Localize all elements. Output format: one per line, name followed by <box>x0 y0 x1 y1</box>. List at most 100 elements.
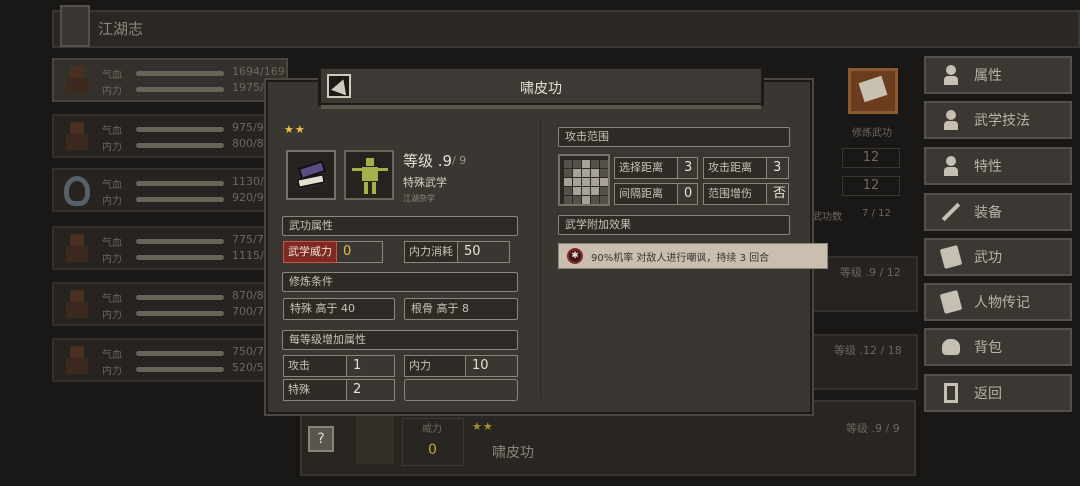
menu-martial-skills-button[interactable]: 武学技法 <box>924 101 1072 139</box>
party-member-2[interactable]: 气血 975/975 内力 800/800 <box>52 114 288 158</box>
menu-label: 人物传记 <box>974 295 1030 311</box>
menu-back-button[interactable]: 返回 <box>924 374 1072 412</box>
taunt-icon: ✱ <box>567 248 583 264</box>
skill-name: 啸皮功 <box>492 445 534 461</box>
select-distance-value: 3 <box>678 157 698 179</box>
menu-label: 特性 <box>974 159 1002 175</box>
modal-title: 啸皮功 <box>520 81 562 97</box>
attack-distance-value: 3 <box>767 157 789 179</box>
trait-icon <box>938 153 964 179</box>
menu-equipment-button[interactable]: 装备 <box>924 193 1072 231</box>
per-level-attack: 攻击 1 <box>283 355 395 377</box>
area-damage-value: 否 <box>767 183 789 205</box>
star-rating: ★★ <box>284 123 306 136</box>
select-distance-label: 选择距离 <box>614 157 678 179</box>
effect-text: 90%机率 对敌人进行嘲讽，持续 3 回合 <box>591 252 770 264</box>
skill-level: 等级 .9 <box>403 152 453 170</box>
character-avatar <box>62 120 92 152</box>
special-value: 2 <box>347 379 395 401</box>
attack-distance-field: 攻击距离 3 <box>703 157 789 179</box>
menu-kungfu-button[interactable]: 武功 <box>924 238 1072 276</box>
attributes-section: 武功属性 <box>282 216 518 236</box>
extra-effect-section: 武学附加效果 <box>558 215 790 235</box>
snake-avatar <box>62 174 92 206</box>
journal-book-icon[interactable] <box>60 5 90 47</box>
character-avatar <box>62 232 92 264</box>
door-icon <box>938 380 964 406</box>
menu-traits-button[interactable]: 特性 <box>924 147 1072 185</box>
stat-number: 12 <box>842 176 900 196</box>
requirement-special: 特殊 高于 40 <box>283 298 395 320</box>
hp-label: 气血 <box>102 238 122 249</box>
area-damage-label: 范围增伤 <box>703 183 767 205</box>
hp-bar <box>136 71 224 76</box>
bag-icon <box>938 334 964 360</box>
martial-skill-icon <box>938 107 964 133</box>
mp-label: 内力 <box>102 310 122 321</box>
per-level-special: 特殊 2 <box>283 379 395 401</box>
mp-label: 内力 <box>102 196 122 207</box>
character-avatar <box>62 344 92 376</box>
hp-bar <box>136 295 224 300</box>
attack-label: 攻击 <box>283 355 347 377</box>
menu-label: 装备 <box>974 205 1002 221</box>
mp-label: 内力 <box>102 254 122 265</box>
requirements-section: 修炼条件 <box>282 272 518 292</box>
top-bar <box>52 10 1080 48</box>
hp-label: 气血 <box>102 180 122 191</box>
attack-distance-label: 攻击距离 <box>703 157 767 179</box>
interval-distance-label: 间隔距离 <box>614 183 678 205</box>
power-label: 威力 <box>422 424 442 435</box>
per-level-mp: 内力 10 <box>404 355 518 377</box>
party-member-4[interactable]: 气血 775/775 内力 1115/1115 <box>52 226 288 270</box>
party-member-3[interactable]: 气血 1130/1130 内力 920/920 <box>52 168 288 212</box>
party-member-6[interactable]: 气血 750/750 内力 520/520 <box>52 338 288 382</box>
hp-bar <box>136 351 224 356</box>
per-level-section: 每等级增加属性 <box>282 330 518 350</box>
range-grid-icon <box>558 154 610 206</box>
hp-bar <box>136 181 224 186</box>
party-member-1[interactable]: 气血 1694/1694 内力 1975/1975 <box>52 58 288 102</box>
skill-count-label: 武功数 <box>812 212 842 223</box>
mp-label: 内力 <box>404 355 466 377</box>
range-preview-icon <box>356 416 394 464</box>
mp-cost-value: 50 <box>458 241 510 263</box>
menu-attributes-button[interactable]: 属性 <box>924 56 1072 94</box>
interval-distance-value: 0 <box>678 183 698 205</box>
menu-backpack-button[interactable]: 背包 <box>924 328 1072 366</box>
skill-book-icon <box>286 150 336 200</box>
unknown-skill-icon[interactable]: ? <box>308 426 334 452</box>
skill-type: 特殊武学 <box>403 176 447 189</box>
biography-icon <box>938 289 964 315</box>
menu-label: 武功 <box>974 250 1002 266</box>
menu-label: 背包 <box>974 340 1002 356</box>
menu-biography-button[interactable]: 人物传记 <box>924 283 1072 321</box>
divider <box>540 118 541 398</box>
mp-bar <box>136 87 224 92</box>
mp-cost-field: 内力消耗 50 <box>404 241 518 263</box>
interval-distance-field: 间隔距离 0 <box>614 183 698 205</box>
power-value: 0 <box>337 241 383 263</box>
menu-label: 返回 <box>974 386 1002 402</box>
mp-value: 10 <box>466 355 518 377</box>
mp-label: 内力 <box>102 142 122 153</box>
skill-book-icon <box>848 68 898 114</box>
power-label: 武学威力 <box>283 241 337 263</box>
star-rating: ★★ <box>472 420 494 433</box>
requirement-constitution: 根骨 高于 8 <box>404 298 518 320</box>
mp-bar <box>136 255 224 260</box>
mp-bar <box>136 197 224 202</box>
skill-label: 修炼武功 <box>852 128 892 139</box>
hp-bar <box>136 239 224 244</box>
special-label: 特殊 <box>283 379 347 401</box>
hp-bar <box>136 127 224 132</box>
card-level: 等级 .9 / 9 <box>846 422 900 435</box>
mp-bar <box>136 143 224 148</box>
modal-header: 啸皮功 <box>318 66 764 109</box>
menu-label: 武学技法 <box>974 113 1030 129</box>
power-value: 0 <box>428 442 437 458</box>
book-icon <box>938 244 964 270</box>
martial-figure-icon <box>344 150 394 200</box>
party-member-5[interactable]: 气血 870/870 内力 700/700 <box>52 282 288 326</box>
mp-bar <box>136 311 224 316</box>
